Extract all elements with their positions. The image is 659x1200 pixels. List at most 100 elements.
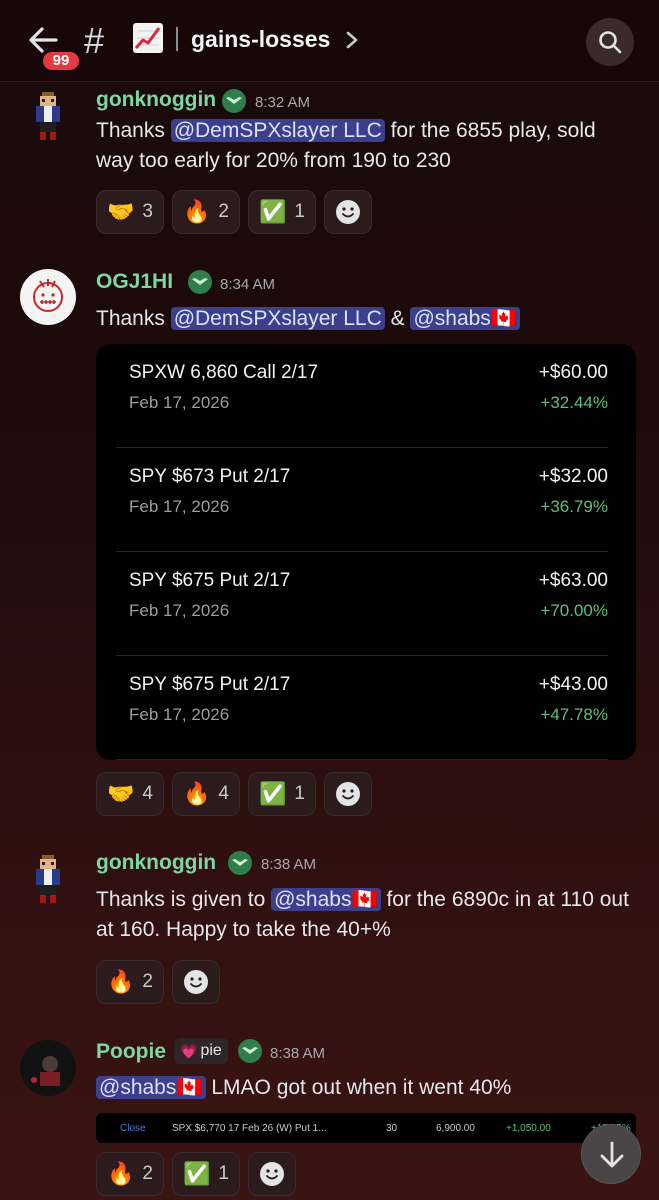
reaction-fire[interactable]: 🔥 2 (96, 1152, 164, 1196)
trade-percent: +47.78% (540, 705, 608, 724)
username[interactable]: gonknoggin (96, 88, 216, 112)
reaction-handshake[interactable]: 🤝 4 (96, 772, 164, 816)
trade-amount: +$43.00 (538, 674, 608, 695)
timestamp: 8:38 AM (261, 856, 317, 873)
channel-header: 99 # gains-losses (0, 0, 659, 82)
message-text-pre: Thanks is given to (96, 888, 272, 911)
jump-to-latest-button[interactable] (581, 1124, 641, 1184)
pixel-pirate-icon (36, 855, 60, 903)
role-badge-icon (188, 270, 212, 294)
message-text-pre: Thanks (96, 119, 171, 142)
role-badge-icon (222, 89, 246, 113)
role-badge-icon (238, 1039, 262, 1063)
trade-percent: +36.79% (540, 497, 608, 516)
trade-date: Feb 17, 2026 (129, 393, 230, 412)
avatar[interactable] (20, 269, 76, 325)
smiley-icon (335, 782, 360, 806)
attached-screenshot[interactable]: Close SPX $6,770 17 Feb 26 (W) Put 1... … (96, 1113, 636, 1143)
reaction-check[interactable]: ✅ 1 (247, 772, 316, 816)
message-text: Thanks is given to @shabs🇨🇦 for the 6890… (96, 885, 636, 945)
order-price: 6,900.00 (436, 1123, 475, 1134)
reaction-handshake[interactable]: 🤝 3 (96, 190, 164, 234)
reaction-count: 1 (218, 1163, 229, 1184)
channel-name[interactable]: gains-losses (191, 26, 330, 53)
smiley-icon (335, 200, 360, 224)
reaction-count: 2 (142, 1163, 153, 1184)
user-mention[interactable]: @shabs🇨🇦 (96, 1076, 206, 1099)
timestamp: 8:34 AM (220, 276, 276, 293)
handshake-icon: 🤝 (107, 781, 135, 806)
fire-icon: 🔥 (107, 1161, 135, 1186)
trade-row[interactable]: SPY $675 Put 2/17 Feb 17, 2026 +$63.00 +… (96, 552, 636, 656)
reaction-bar: 🔥 2 ✅ 1 (96, 1152, 296, 1196)
chart-increasing-icon (133, 23, 163, 53)
reaction-count: 2 (218, 201, 229, 222)
trade-percent: +32.44% (540, 393, 608, 412)
trade-title: SPY $673 Put 2/17 (129, 466, 291, 487)
check-mark-icon: ✅ (182, 1161, 211, 1186)
message-text-pre: Thanks (96, 307, 171, 330)
hash-icon: # (84, 20, 105, 61)
row-divider (116, 759, 608, 760)
order-pnl: +1,050.00 (506, 1123, 551, 1134)
order-status: Close (120, 1123, 146, 1134)
trade-row[interactable]: SPY $673 Put 2/17 Feb 17, 2026 +$32.00 +… (96, 448, 636, 552)
trade-row[interactable]: SPY $675 Put 2/17 Feb 17, 2026 +$43.00 +… (96, 656, 636, 760)
trade-title: SPY $675 Put 2/17 (129, 570, 291, 591)
trade-amount: +$63.00 (538, 570, 608, 591)
username[interactable]: Poopie (96, 1040, 166, 1064)
username[interactable]: OGJ1HI (96, 270, 173, 294)
trade-title: SPY $675 Put 2/17 (129, 674, 291, 695)
trade-date: Feb 17, 2026 (129, 497, 230, 516)
server-tag-label: pie (200, 1042, 222, 1059)
reaction-bar: 🤝 3 🔥 2 ✅ 1 (96, 190, 372, 234)
reaction-count: 4 (142, 783, 153, 804)
reaction-fire[interactable]: 🔥 2 (171, 190, 240, 234)
search-button[interactable] (586, 18, 634, 66)
check-mark-icon: ✅ (258, 781, 287, 806)
reaction-fire[interactable]: 🔥 2 (96, 960, 164, 1004)
trade-date: Feb 17, 2026 (129, 601, 230, 620)
heart-icon: 💗 (180, 1042, 198, 1059)
trades-card: SPXW 6,860 Call 2/17 Feb 17, 2026 +$60.0… (96, 344, 636, 760)
timestamp: 8:32 AM (255, 94, 311, 111)
message-text: @shabs🇨🇦 LMAO got out when it went 40% (96, 1073, 636, 1103)
reaction-check[interactable]: ✅ 1 (171, 1152, 240, 1196)
trade-row[interactable]: SPXW 6,860 Call 2/17 Feb 17, 2026 +$60.0… (96, 344, 636, 448)
order-description: SPX $6,770 17 Feb 26 (W) Put 1... (172, 1123, 327, 1134)
role-badge-icon (228, 851, 252, 875)
photo-avatar-icon (20, 1040, 76, 1096)
user-mention[interactable]: @DemSPXslayer LLC (170, 307, 385, 330)
server-tag: 💗 pie (174, 1038, 228, 1064)
fire-icon: 🔥 (107, 969, 135, 994)
avatar[interactable] (20, 851, 76, 907)
order-quantity: 30 (386, 1123, 398, 1134)
red-scribble-face-icon (33, 279, 63, 312)
fire-icon: 🔥 (182, 199, 211, 224)
reaction-check[interactable]: ✅ 1 (247, 190, 316, 234)
smiley-icon (183, 970, 208, 994)
message-text-post: LMAO got out when it went 40% (205, 1076, 512, 1099)
avatar[interactable] (20, 1040, 76, 1096)
handshake-icon: 🤝 (107, 199, 135, 224)
avatar[interactable] (20, 88, 76, 144)
chevron-right-icon[interactable] (345, 30, 359, 50)
arrow-down-icon (600, 1141, 624, 1168)
reaction-count: 4 (218, 783, 229, 804)
fire-icon: 🔥 (182, 781, 211, 806)
user-mention[interactable]: @DemSPXslayer LLC (170, 119, 385, 142)
reaction-count: 3 (142, 201, 153, 222)
search-icon (599, 31, 622, 54)
add-reaction-button[interactable] (171, 960, 220, 1004)
add-reaction-button[interactable] (323, 772, 372, 816)
add-reaction-button[interactable] (247, 1152, 296, 1196)
reaction-count: 1 (294, 783, 305, 804)
reaction-count: 2 (142, 971, 153, 992)
add-reaction-button[interactable] (323, 190, 372, 234)
user-mention[interactable]: @shabs🇨🇦 (410, 307, 520, 330)
header-divider (176, 27, 178, 51)
user-mention[interactable]: @shabs🇨🇦 (271, 888, 381, 911)
reaction-fire[interactable]: 🔥 4 (171, 772, 240, 816)
trade-amount: +$60.00 (538, 362, 608, 383)
username[interactable]: gonknoggin (96, 851, 216, 875)
